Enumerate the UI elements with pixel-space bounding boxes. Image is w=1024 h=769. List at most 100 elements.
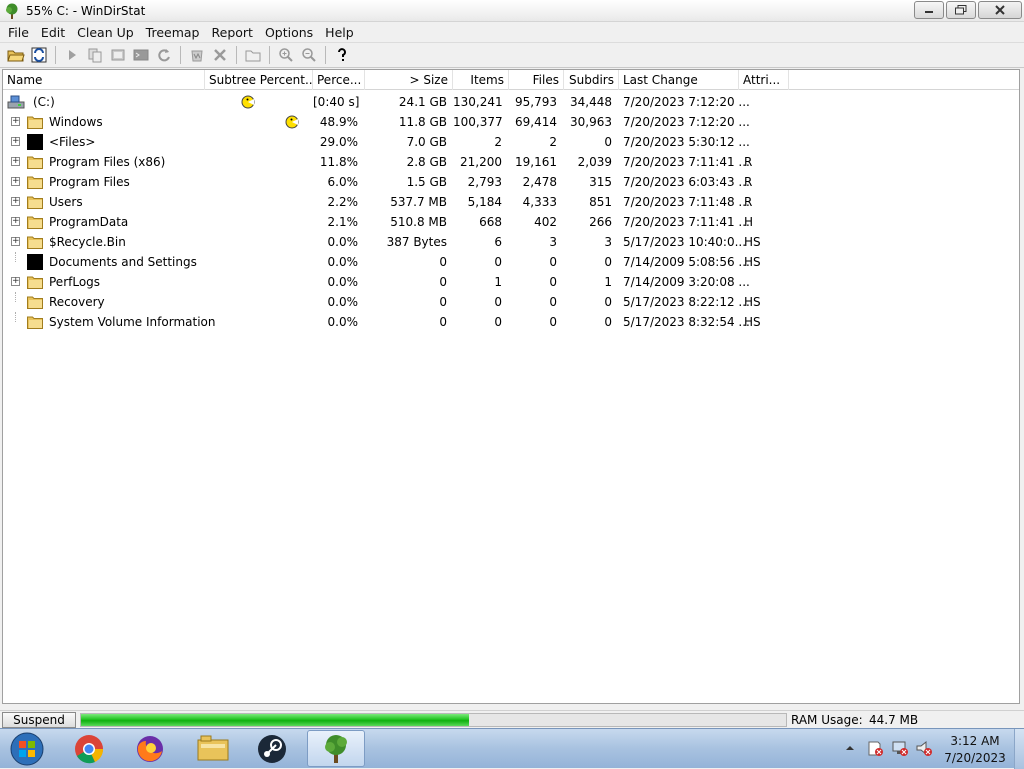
table-row[interactable]: + $Recycle.Bin 0.0% 387 Bytes 6 3 3 5/17/2023 1… xyxy=(3,232,1019,252)
table-row[interactable]: + PerfLogs 0.0% 0 1 0 1 7/14/2009 3:20:08 ... xyxy=(3,272,1019,292)
row-last-change: 7/20/2023 6:03:43 ... xyxy=(623,175,750,189)
expand-icon[interactable]: + xyxy=(11,177,20,186)
column-items[interactable]: Items xyxy=(453,70,509,90)
expand-icon[interactable]: + xyxy=(11,237,20,246)
restore-icon xyxy=(955,5,967,15)
menu-options[interactable]: Options xyxy=(259,25,319,40)
row-size: 387 Bytes xyxy=(386,235,447,249)
row-size: 0 xyxy=(439,295,447,309)
minimize-button[interactable] xyxy=(914,1,944,19)
taskbar-firefox[interactable] xyxy=(121,730,179,767)
suspend-button[interactable]: Suspend xyxy=(2,712,76,728)
column-attributes[interactable]: Attri... xyxy=(739,70,789,90)
toolbar xyxy=(0,42,1024,68)
menu-file[interactable]: File xyxy=(0,25,35,40)
copy-path-button[interactable] xyxy=(85,45,105,65)
help-button[interactable] xyxy=(332,45,352,65)
expand-icon[interactable]: + xyxy=(11,157,20,166)
row-subdirs: 851 xyxy=(589,195,612,209)
title-bar: 55% C: - WinDirStat xyxy=(0,0,1024,22)
directory-list[interactable]: Name Subtree Percent... Perce... > Size … xyxy=(2,69,1020,704)
explorer-here-button[interactable] xyxy=(108,45,128,65)
table-row[interactable]: + Program Files 6.0% 1.5 GB 2,793 2,478 315 7/2… xyxy=(3,172,1019,192)
taskbar-steam[interactable] xyxy=(243,730,301,767)
row-items: 0 xyxy=(494,255,502,269)
row-percent: 0.0% xyxy=(327,255,359,269)
column-subdirs[interactable]: Subdirs xyxy=(564,70,619,90)
menu-help[interactable]: Help xyxy=(319,25,360,40)
table-row[interactable]: + <Files> 29.0% 7.0 GB 2 2 0 7/20/2023 5:30:12 … xyxy=(3,132,1019,152)
clock-time[interactable]: 3:12 AM xyxy=(950,734,1000,748)
column-subtree-percent[interactable]: Subtree Percent... xyxy=(205,70,313,90)
folder-icon xyxy=(27,276,43,289)
table-row[interactable]: + Windows 48.9% 11.8 GB 100,377 69,414 30,963 7… xyxy=(3,112,1019,132)
show-hidden-icons-button[interactable] xyxy=(845,743,855,753)
refresh-selected-button[interactable] xyxy=(154,45,174,65)
recycle-button[interactable] xyxy=(187,45,207,65)
copy-icon xyxy=(88,48,102,63)
menu-clean-up[interactable]: Clean Up xyxy=(71,25,140,40)
row-last-change: 7/14/2009 3:20:08 ... xyxy=(623,275,750,289)
taskbar-file-explorer[interactable] xyxy=(184,730,242,767)
row-items: 21,200 xyxy=(460,155,502,169)
expand-icon[interactable]: + xyxy=(11,117,20,126)
table-row[interactable]: + ProgramData 2.1% 510.8 MB 668 402 266 7/20/20… xyxy=(3,212,1019,232)
steam-icon xyxy=(258,734,286,763)
volume-muted-icon[interactable] xyxy=(915,739,933,757)
command-prompt-button[interactable] xyxy=(131,45,151,65)
toolbar-separator xyxy=(269,46,270,64)
row-files: 0 xyxy=(549,315,557,329)
row-files: 0 xyxy=(549,275,557,289)
column-percent[interactable]: Perce... xyxy=(313,70,365,90)
menu-report[interactable]: Report xyxy=(206,25,259,40)
zoom-out-button[interactable] xyxy=(299,45,319,65)
folder-icon xyxy=(27,216,43,229)
table-row[interactable]: + Program Files (x86) 11.8% 2.8 GB 21,200 19,… xyxy=(3,152,1019,172)
start-button[interactable] xyxy=(4,730,50,768)
root-drive-row[interactable]: (C:) [0:40 s] 24.1 GB 130,241 95,793 34,… xyxy=(3,92,1019,112)
expand-icon[interactable]: + xyxy=(11,197,20,206)
row-percent: 29.0% xyxy=(319,135,358,149)
table-row[interactable]: System Volume Information 0.0% 0 0 0 0 5/17/20… xyxy=(3,312,1019,332)
scan-progress-bar xyxy=(80,713,787,727)
refresh-all-button[interactable] xyxy=(29,45,49,65)
zoom-in-button[interactable] xyxy=(276,45,296,65)
expand-icon[interactable]: + xyxy=(11,137,20,146)
table-row[interactable]: Documents and Settings 0.0% 0 0 0 0 7/14/2009 … xyxy=(3,252,1019,272)
menu-edit[interactable]: Edit xyxy=(35,25,71,40)
taskbar-windirstat[interactable] xyxy=(307,730,365,767)
column-files[interactable]: Files xyxy=(509,70,564,90)
row-last-change: 7/20/2023 7:11:48 ... xyxy=(623,195,750,209)
menu-treemap[interactable]: Treemap xyxy=(140,25,206,40)
table-row[interactable]: Recovery 0.0% 0 0 0 0 5/17/2023 8:22:12 ... HS xyxy=(3,292,1019,312)
row-files: 0 xyxy=(549,255,557,269)
column-name[interactable]: Name xyxy=(3,70,205,90)
expand-icon[interactable]: + xyxy=(11,277,20,286)
root-items: 130,241 xyxy=(453,95,503,109)
close-button[interactable] xyxy=(978,1,1022,19)
folder-icon xyxy=(27,176,43,189)
folder-icon xyxy=(27,116,43,129)
scanning-pacman-icon xyxy=(285,115,299,129)
show-desktop-button[interactable] xyxy=(1014,729,1024,769)
restore-button[interactable] xyxy=(946,1,976,19)
taskbar-chrome[interactable] xyxy=(60,730,118,767)
row-name: PerfLogs xyxy=(49,275,101,289)
delete-button[interactable] xyxy=(210,45,230,65)
network-icon[interactable] xyxy=(891,739,909,757)
row-name: System Volume Information xyxy=(49,315,216,329)
table-row[interactable]: + Users 2.2% 537.7 MB 5,184 4,333 851 7/20/2023… xyxy=(3,192,1019,212)
column-size[interactable]: > Size xyxy=(365,70,453,90)
action-center-icon[interactable] xyxy=(866,739,884,757)
row-last-change: 7/20/2023 7:11:41 ... xyxy=(623,155,750,169)
expand-icon[interactable]: + xyxy=(11,217,20,226)
row-percent: 48.9% xyxy=(319,115,358,129)
open-item-button[interactable] xyxy=(62,45,82,65)
row-name: <Files> xyxy=(49,135,96,149)
folder-icon xyxy=(27,296,43,309)
clock-date[interactable]: 7/20/2023 xyxy=(944,751,1006,765)
open-button[interactable] xyxy=(6,45,26,65)
column-last-change[interactable]: Last Change xyxy=(619,70,739,90)
new-folder-button[interactable] xyxy=(243,45,263,65)
row-size: 537.7 MB xyxy=(390,195,447,209)
